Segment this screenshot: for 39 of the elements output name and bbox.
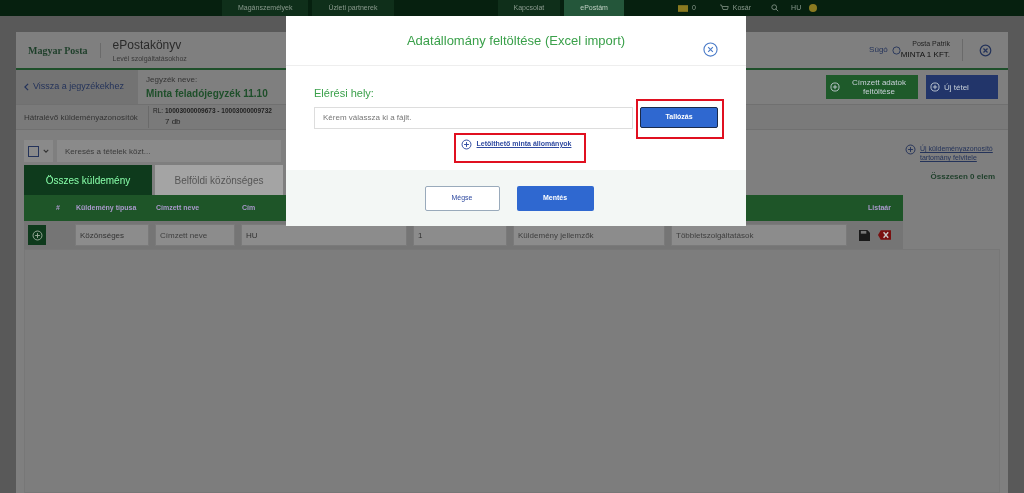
remaining-ids-label: Hátralévő küldeményazonosítók bbox=[23, 112, 139, 122]
tab[interactable]: Belföldi közönséges bbox=[155, 165, 283, 195]
new-item-button[interactable]: Új tétel bbox=[926, 75, 998, 99]
chevron-left-icon bbox=[24, 83, 29, 91]
save-icon[interactable] bbox=[859, 229, 870, 241]
company-name: MINTA 1 KFT. bbox=[900, 49, 950, 62]
plus-icon bbox=[460, 138, 472, 150]
close-icon[interactable] bbox=[979, 43, 992, 57]
back-button[interactable]: Vissza a jegyzékekhez bbox=[16, 70, 138, 104]
file-path-field[interactable]: Kérem válassza ki a fájlt. bbox=[314, 106, 634, 129]
field-label: Elérési hely: bbox=[314, 86, 375, 101]
input-field[interactable]: 1 bbox=[413, 224, 507, 246]
app-title: ePostakönyv bbox=[112, 36, 183, 54]
cart-icon[interactable] bbox=[719, 4, 729, 12]
input-field[interactable]: Küldemény jellemzők bbox=[513, 224, 665, 246]
help-link[interactable]: Súgó bbox=[869, 44, 888, 56]
tab[interactable]: Összes küldemény bbox=[24, 165, 152, 195]
delete-icon[interactable] bbox=[878, 230, 891, 240]
plus-icon bbox=[930, 82, 940, 92]
input-field[interactable]: Címzett neve bbox=[155, 224, 235, 246]
caret-icon[interactable] bbox=[43, 149, 49, 153]
total-count: Összesen 0 elem bbox=[930, 171, 995, 183]
close-icon[interactable] bbox=[703, 42, 718, 57]
plus-icon bbox=[31, 229, 43, 241]
list-name: Minta feladójegyzék 11.10 bbox=[146, 86, 268, 101]
id-count: 7 db bbox=[164, 115, 182, 128]
input-field[interactable]: Többletszolgáltatások bbox=[671, 224, 847, 246]
dialog-title: Adatállomány feltöltése (Excel import) bbox=[406, 31, 626, 50]
plus-icon bbox=[905, 144, 916, 155]
input-field[interactable]: Közönséges bbox=[75, 224, 149, 246]
select-all-checkbox[interactable] bbox=[28, 145, 39, 157]
input-field[interactable]: HU bbox=[241, 224, 407, 246]
list-name-label: Jegyzék neve: bbox=[146, 73, 199, 86]
add-row-button[interactable] bbox=[28, 225, 46, 245]
logo[interactable]: Magyar Posta bbox=[28, 42, 101, 58]
plus-icon bbox=[830, 82, 840, 92]
search-icon[interactable] bbox=[771, 4, 780, 12]
search-field[interactable]: Keresés a tételek közt... bbox=[57, 140, 281, 162]
upload-recipients-button[interactable]: Címzett adatok feltöltése bbox=[826, 75, 918, 99]
